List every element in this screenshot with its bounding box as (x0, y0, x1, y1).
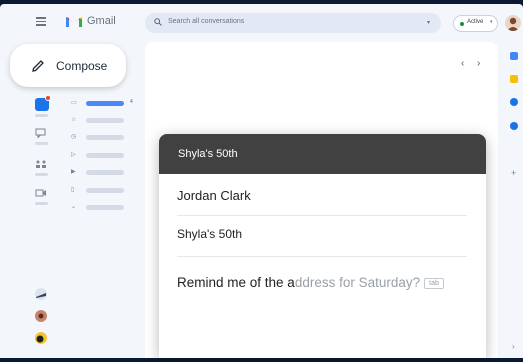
draft-icon: ▯ (71, 187, 75, 193)
chevron-down-icon: ⌄ (71, 204, 77, 210)
compose-label: Compose (56, 59, 108, 73)
send-icon: ▶ (71, 169, 76, 175)
chat-icon[interactable] (35, 128, 47, 138)
tasks-icon[interactable] (510, 98, 518, 106)
typed-text: Remind me of the a (177, 275, 295, 290)
menu-icon[interactable] (36, 17, 46, 26)
compose-button[interactable]: Compose (10, 44, 126, 87)
search-options-icon[interactable]: ▾ (427, 19, 430, 26)
avatar-person-icon (507, 17, 519, 31)
dialog-title: Shyla's 50th (178, 148, 238, 160)
meet-rail-label (35, 202, 48, 205)
prev-page-icon[interactable]: ‹ (461, 58, 464, 69)
search-input[interactable]: Search all conversations (168, 18, 244, 25)
contact-avatar[interactable] (35, 332, 47, 344)
important-icon: ▷ (71, 152, 76, 158)
avatar-person-icon (38, 313, 44, 319)
nav-label-bar (86, 188, 124, 193)
inbox-count: 4 (130, 99, 133, 105)
inbox-icon: ▭ (71, 100, 77, 106)
status-selector[interactable]: Active ▾ (453, 15, 498, 32)
add-app-icon[interactable]: + (511, 168, 516, 178)
pencil-icon (32, 60, 44, 72)
gmail-logo-icon[interactable] (66, 15, 82, 27)
nav-label-bar (86, 205, 124, 210)
calendar-icon[interactable] (510, 52, 518, 60)
smart-compose-suggestion: ddress for Saturday? (294, 275, 421, 290)
account-avatar[interactable] (505, 15, 521, 31)
status-dot-icon (460, 22, 464, 26)
mail-rail-label (35, 114, 48, 117)
spaces-rail-label (35, 173, 48, 176)
nav-label-bar (86, 135, 124, 140)
nav-label-bar (86, 153, 124, 158)
search-icon (154, 18, 162, 26)
contacts-icon[interactable] (510, 122, 518, 130)
dialog-header: Shyla's 50th (159, 134, 486, 174)
recipient-field[interactable]: Jordan Clark (177, 188, 251, 203)
contact-avatar[interactable] (35, 288, 47, 300)
spaces-icon[interactable] (35, 159, 47, 169)
top-bar: Gmail Search all conversations ▾ Active … (0, 4, 523, 40)
body-field[interactable]: Remind me of the address for Saturday? ta… (177, 275, 444, 290)
contact-avatar[interactable] (35, 310, 47, 322)
star-icon: ☆ (71, 117, 77, 123)
clock-icon: ◷ (71, 134, 77, 140)
expand-panel-icon[interactable]: › (512, 342, 515, 351)
divider (177, 256, 467, 257)
notification-dot-icon (45, 95, 51, 101)
status-label: Active (467, 19, 484, 25)
tab-key-hint: tab (424, 278, 444, 289)
chat-rail-label (35, 142, 48, 145)
divider (177, 215, 467, 216)
next-page-icon[interactable]: › (477, 58, 480, 69)
subject-field[interactable]: Shyla's 50th (177, 227, 242, 241)
nav-label-bar (86, 170, 124, 175)
nav-label-bar (86, 101, 124, 106)
avatar-person-icon (36, 293, 46, 298)
nav-label-bar (86, 118, 124, 123)
app-name: Gmail (87, 15, 116, 27)
keep-icon[interactable] (510, 75, 518, 83)
avatar-person-icon (36, 335, 44, 343)
meet-icon[interactable] (35, 188, 47, 198)
chevron-down-icon: ▾ (490, 19, 493, 25)
compose-dialog: Shyla's 50th Jordan Clark Shyla's 50th R… (159, 134, 486, 358)
search-bar[interactable]: Search all conversations ▾ (145, 13, 441, 33)
